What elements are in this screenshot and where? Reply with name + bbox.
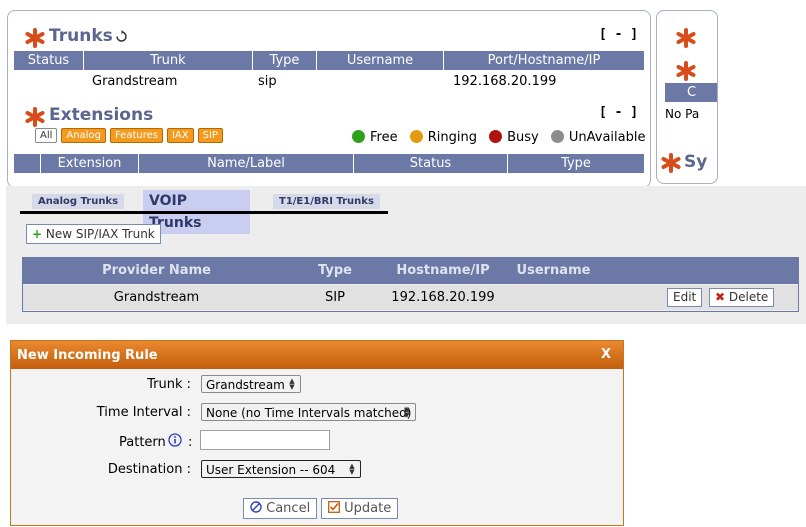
asterisk-star-icon [25,28,45,48]
cell-status [14,71,92,93]
trunks-collapse-button[interactable]: [ - ] [599,27,638,42]
cell-type: sip [258,74,277,89]
voip-trunks-page: Analog Trunks VOIP Trunks T1/E1/BRI Trun… [6,186,806,324]
pattern-label: Pattern [119,435,166,450]
delete-x-icon: ✖ [715,290,726,304]
busy-dot-icon [489,130,503,143]
select-arrows-icon: ▲ ▼ [404,405,410,419]
side-panel-text: No Pa [665,107,700,121]
col-name-label: Name/Label [139,154,354,173]
pattern-input[interactable] [200,430,330,450]
col-type: Type [318,263,352,278]
asterisk-star-icon [676,61,696,81]
side-panel-header: C [665,83,717,102]
legend-busy: Busy [507,130,539,145]
legend-ringing: Ringing [427,130,477,145]
col-username: Username [317,51,444,70]
dashboard-main-panel: Trunks [ - ] Status Trunk Type Username … [7,10,651,188]
voip-trunks-table: Provider Name Type Hostname/IP Username … [22,257,799,312]
side-panel: C No Pa Sy [656,10,718,184]
asterisk-star-icon [676,28,696,48]
col-username: Username [516,263,591,278]
select-arrows-icon: ▲ ▼ [349,462,355,476]
select-arrows-icon: ▲ ▼ [289,377,295,391]
new-sip-iax-trunk-button[interactable]: + New SIP/IAX Trunk [26,224,161,244]
filter-analog[interactable]: Analog [61,128,106,143]
edit-button[interactable]: Edit [667,288,703,307]
dialog-close-button[interactable]: X [601,347,611,362]
extensions-table-header: Extension Name/Label Status Type [14,154,644,173]
unavailable-dot-icon [550,130,564,143]
filter-features[interactable]: Features [109,128,163,143]
side-panel-title: Sy [684,152,708,172]
filter-sip[interactable]: SIP [197,128,223,143]
legend-unavailable: UnAvailable [568,130,646,145]
extensions-title: Extensions [49,105,154,125]
filter-iax[interactable]: IAX [166,128,194,143]
cell-host: 192.168.20.199 [453,74,557,89]
cell-trunk: Grandstream [92,74,178,89]
status-legend: Free Ringing Busy UnAvailable [344,130,646,145]
pattern-colon: : [188,435,193,450]
trunks-title: Trunks [49,26,113,46]
cancel-circle-icon [250,501,262,513]
checkbox-check-icon [328,501,340,513]
cell-username [321,71,441,93]
extension-filters: All Analog Features IAX SIP [35,127,227,143]
refresh-icon[interactable] [115,30,128,43]
cell-provider: Grandstream [113,290,200,305]
trunks-table-header: Status Trunk Type Username Port/Hostname… [14,51,644,70]
col-hostname-ip: Hostname/IP [396,263,490,278]
tab-t1-e1-bri-trunks[interactable]: T1/E1/BRI Trunks [273,194,380,209]
col-type: Type [253,51,317,70]
destination-select[interactable]: User Extension -- 604 ▲ ▼ [201,460,361,478]
new-incoming-rule-dialog: New Incoming Rule X Trunk : Grandstream … [10,340,624,526]
table-row: Grandstream sip 192.168.20.199 [14,71,644,93]
ringing-dot-icon [409,130,423,143]
col-status: Status [14,51,84,70]
update-button[interactable]: Update [321,498,399,519]
trunk-select[interactable]: Grandstream ▲ ▼ [201,375,301,393]
cell-type: SIP [325,290,345,305]
legend-free: Free [370,130,398,145]
col-extension: Extension [41,154,139,173]
voip-trunks-table-header: Provider Name Type Hostname/IP Username [23,258,798,284]
dialog-title: New Incoming Rule [17,348,158,363]
col-ext-status [14,154,41,173]
col-host: Port/Hostname/IP [487,53,601,68]
col-trunk: Trunk [84,51,253,70]
col-ext-type: Type [561,156,591,171]
time-interval-select[interactable]: None (no Time Intervals matched) ▲ ▼ [201,403,416,421]
dialog-titlebar[interactable]: New Incoming Rule X [11,341,623,369]
filter-all[interactable]: All [35,128,58,143]
dialog-body: Trunk : Grandstream ▲ ▼ Time Interval : N… [11,369,623,525]
col-provider-name: Provider Name [102,263,211,278]
asterisk-star-icon [661,153,681,173]
free-dot-icon [352,130,365,143]
time-interval-label: Time Interval : [96,405,191,420]
extensions-collapse-button[interactable]: [ - ] [599,105,638,120]
cell-username [506,285,601,310]
trunk-label: Trunk : [147,377,191,392]
cancel-button[interactable]: Cancel [243,498,318,519]
asterisk-star-icon [25,107,45,127]
cell-host: 192.168.20.199 [391,290,495,305]
col-ext-status-text: Status [354,154,508,173]
info-icon[interactable] [168,433,182,447]
plus-icon: + [32,227,43,241]
destination-label: Destination : [107,462,191,477]
tab-analog-trunks[interactable]: Analog Trunks [32,194,125,209]
tab-underline [20,211,388,214]
delete-button[interactable]: ✖ Delete [709,288,775,307]
